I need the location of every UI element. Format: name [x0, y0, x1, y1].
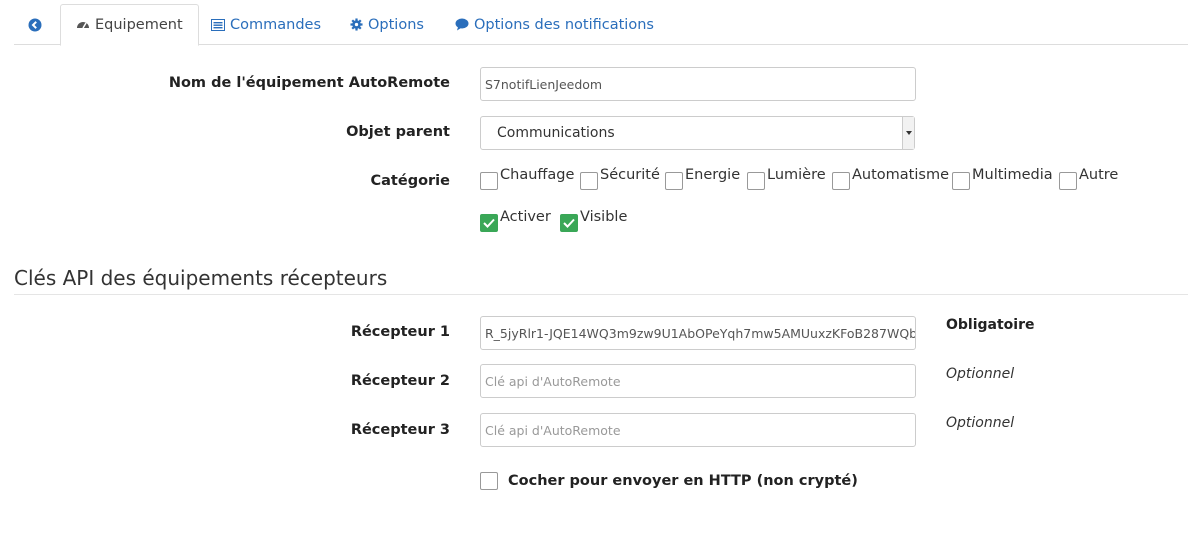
receiver-3-note: Optionnel	[946, 415, 1015, 431]
list-alt-icon	[211, 18, 225, 32]
category-energie-checkbox[interactable]: Energie	[665, 167, 740, 190]
category-lumiere-checkbox[interactable]: Lumière	[747, 167, 826, 190]
gear-icon	[349, 18, 363, 32]
visible-checkbox[interactable]: Visible	[560, 209, 627, 232]
receiver-1-label: Récepteur 1	[350, 324, 450, 340]
equipment-name-label: Nom de l'équipement AutoRemote	[168, 75, 450, 91]
category-autre-checkbox[interactable]: Autre	[1059, 167, 1118, 190]
checkbox-box[interactable]	[747, 172, 765, 190]
checkbox-box[interactable]	[952, 172, 970, 190]
receiver-2-input[interactable]: Clé api d'AutoRemote	[480, 364, 916, 398]
category-chauffage-label: Chauffage	[500, 167, 575, 183]
activer-checkbox[interactable]: Activer	[480, 209, 551, 232]
category-label: Catégorie	[370, 173, 451, 189]
receiver-1-note: Obligatoire	[946, 317, 1035, 333]
tab-notifications[interactable]: Options des notifications	[455, 4, 654, 45]
tab-equipement[interactable]: Equipement	[60, 4, 199, 46]
category-securite-label: Sécurité	[600, 167, 660, 183]
equipment-name-input[interactable]: S7notifLienJeedom	[480, 67, 916, 101]
parent-object-label: Objet parent	[346, 124, 450, 140]
tab-options[interactable]: Options	[349, 4, 424, 45]
comment-icon	[455, 18, 469, 32]
category-energie-label: Energie	[685, 167, 741, 183]
circle-arrow-left-icon	[28, 18, 42, 32]
receiver-3-input[interactable]: Clé api d'AutoRemote	[480, 413, 916, 447]
checkbox-checked-box[interactable]	[480, 214, 498, 232]
tachometer-icon	[76, 18, 90, 32]
tab-commandes[interactable]: Commandes	[211, 4, 321, 45]
check-icon	[563, 218, 575, 228]
http-checkbox[interactable]: Cocher pour envoyer en HTTP (non crypté)	[480, 472, 858, 490]
category-multimedia-label: Multimedia	[972, 167, 1053, 183]
receiver-2-note: Optionnel	[946, 366, 1015, 382]
category-autre-label: Autre	[1079, 167, 1119, 183]
parent-object-value: Communications	[497, 125, 615, 141]
check-icon	[483, 218, 495, 228]
tab-bar: Equipement Commandes Options Options des…	[14, 4, 1188, 46]
checkbox-box[interactable]	[480, 172, 498, 190]
category-automatisme-checkbox[interactable]: Automatisme	[832, 167, 949, 190]
visible-label: Visible	[580, 209, 628, 225]
tab-commandes-label: Commandes	[230, 16, 322, 33]
checkbox-box[interactable]	[665, 172, 683, 190]
receiver-3-label: Récepteur 3	[350, 422, 450, 438]
checkbox-box[interactable]	[1059, 172, 1077, 190]
caret-down-icon	[902, 117, 914, 149]
parent-object-select[interactable]: Communications	[480, 116, 915, 150]
receiver-1-input[interactable]: R_5jyRlr1-JQE14WQ3m9zw9U1AbOPeYqh7mw5AMU…	[480, 316, 916, 350]
activer-label: Activer	[500, 209, 551, 225]
category-multimedia-checkbox[interactable]: Multimedia	[952, 167, 1053, 190]
category-chauffage-checkbox[interactable]: Chauffage	[480, 167, 574, 190]
category-automatisme-label: Automatisme	[852, 167, 949, 183]
checkbox-box[interactable]	[580, 172, 598, 190]
category-lumiere-label: Lumière	[767, 167, 826, 183]
http-checkbox-label: Cocher pour envoyer en HTTP (non crypté)	[508, 473, 858, 489]
section-divider	[14, 294, 1188, 295]
tab-equipement-label: Equipement	[95, 17, 183, 33]
tab-options-label: Options	[368, 16, 424, 33]
api-section-title: Clés API des équipements récepteurs	[14, 266, 388, 290]
tab-notifications-label: Options des notifications	[474, 16, 654, 33]
receiver-2-label: Récepteur 2	[350, 373, 450, 389]
checkbox-box[interactable]	[480, 472, 498, 490]
back-tab[interactable]	[28, 4, 42, 45]
checkbox-box[interactable]	[832, 172, 850, 190]
checkbox-checked-box[interactable]	[560, 214, 578, 232]
category-securite-checkbox[interactable]: Sécurité	[580, 167, 660, 190]
